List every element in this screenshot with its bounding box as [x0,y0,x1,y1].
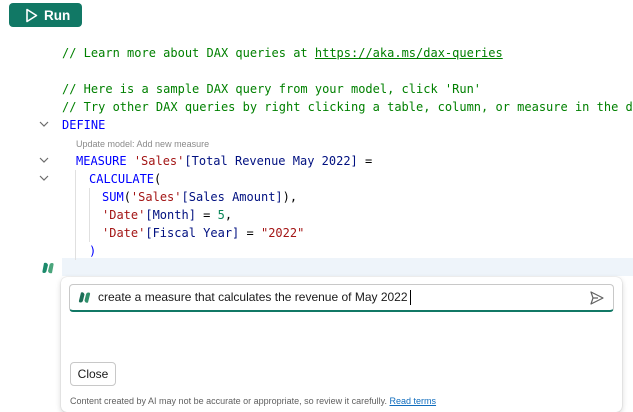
copilot-icon[interactable] [41,260,55,279]
chevron-down-icon[interactable] [39,121,49,128]
column-name: [Sales Amount] [181,190,283,204]
copilot-prompt-input[interactable]: create a measure that calculates the rev… [69,284,614,312]
operator: = [357,154,373,168]
send-icon[interactable] [589,290,605,306]
comment: // Try other DAX queries by right clicki… [62,100,633,114]
run-button[interactable]: Run [9,3,82,27]
table-name: 'Date' [102,226,146,240]
chevron-down-icon[interactable] [39,175,49,182]
code-line-3: 3 // Here is a sample DAX query from you… [0,80,633,98]
code-editor[interactable]: 1 // Learn more about DAX queries at htt… [0,44,633,412]
column-name: [Fiscal Year] [145,226,240,240]
function-name: CALCULATE [89,172,155,186]
punctuation: ( [123,190,131,204]
measure-name: [Total Revenue May 2022] [184,154,358,168]
play-icon [25,8,38,23]
disclaimer-text: Content created by AI may not be accurat… [70,396,387,406]
keyword: MEASURE [76,154,127,168]
code-line-4: 4 // Try other DAX queries by right clic… [0,98,633,116]
punctuation: ), [282,190,298,204]
code-line-2: 2 [0,62,633,80]
code-line-5: 5 DEFINE [0,116,633,134]
table-name: 'Sales' [130,190,182,204]
column-name: [Month] [145,208,196,222]
function-name: SUM [102,190,124,204]
chevron-down-icon[interactable] [39,157,49,164]
number-literal: 5 [217,208,225,222]
table-name: 'Sales' [133,154,185,168]
code-line-8: 8 SUM('Sales'[Sales Amount]), [0,188,633,206]
codelens-update-model[interactable]: Update model: Add new measure [76,139,209,149]
comment: // Learn more about DAX queries at [62,46,315,60]
table-name: 'Date' [102,208,146,222]
code-line-10: 10 'Date'[Fiscal Year] = "2022" [0,224,633,242]
punctuation: ( [154,172,162,186]
run-label: Run [44,7,71,23]
code-line-12: 12 [0,258,633,276]
ai-disclaimer: Content created by AI may not be accurat… [70,396,436,406]
keyword: DEFINE [62,118,106,132]
copilot-panel: create a measure that calculates the rev… [61,277,622,412]
operator: = [239,226,261,240]
prompt-text: create a measure that calculates the rev… [98,290,408,304]
code-line-6: 6 MEASURE 'Sales'[Total Revenue May 2022… [0,152,633,170]
operator: = [195,208,218,222]
copilot-logo-icon [78,291,91,309]
code-line-7: 7 CALCULATE( [0,170,633,188]
dax-queries-link[interactable]: https://aka.ms/dax-queries [315,46,503,60]
toolbar: Run [0,0,633,32]
string-literal: "2022" [260,226,305,240]
code-line-9: 9 'Date'[Month] = 5, [0,206,633,224]
close-button[interactable]: Close [70,362,116,386]
read-terms-link[interactable]: Read terms [390,396,437,406]
text-caret [410,290,411,305]
comment: // Here is a sample DAX query from your … [62,82,482,96]
punctuation: , [224,208,233,222]
code-line-1: 1 // Learn more about DAX queries at htt… [0,44,633,62]
